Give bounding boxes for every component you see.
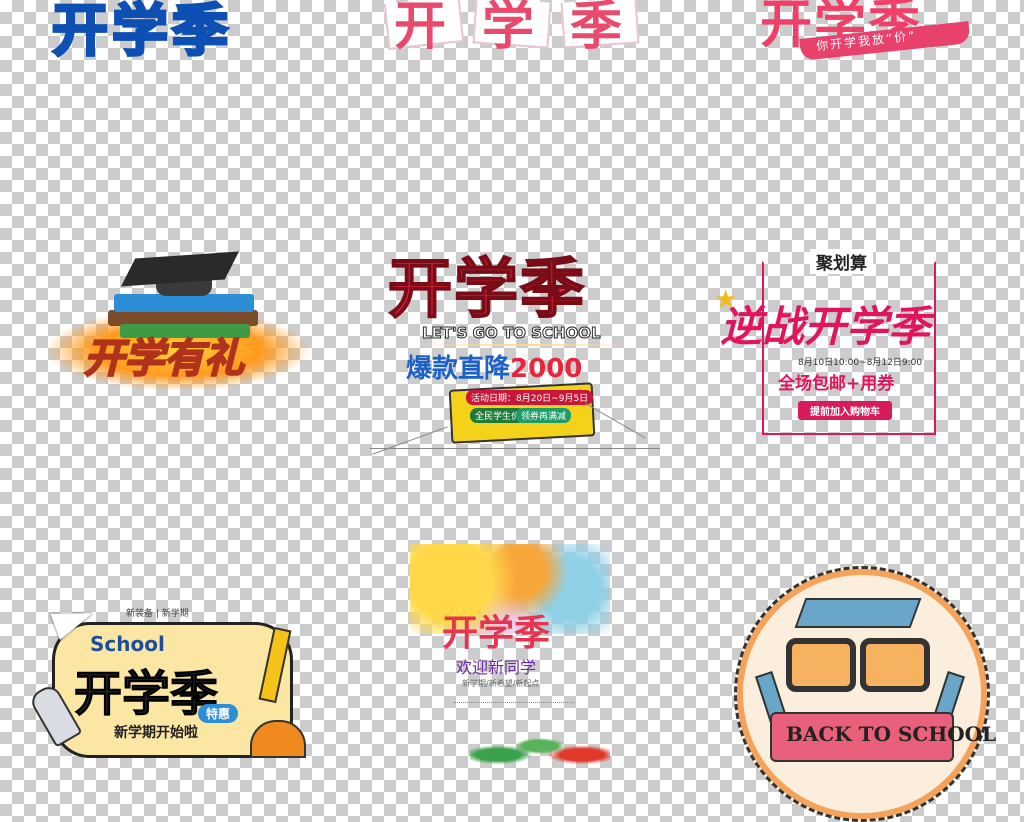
free-shipping-text: 全场包邮+用券 [778,374,895,394]
welcome-text: 欢迎新同学 [456,658,537,677]
tag-text: 新装备 | 新学期 [126,609,189,619]
book-icon [114,294,254,312]
price-drop-text: 爆款直降2000 [406,348,582,385]
title-text: 开学季 [73,666,219,723]
char-1: 开 [394,0,447,57]
small-text: 新学期/新希望/新起点 [462,679,540,688]
students-silhouette [470,724,610,768]
tile-blue-kaixueji: 开学季 [40,0,320,66]
guide-line [370,448,660,449]
title-text: 逆战开学季 [720,302,931,351]
protractor-icon [250,720,306,758]
english-subtitle: LET'S GO TO SCHOOL [422,324,602,343]
glasses-icon [786,638,856,692]
price-drop-amount: 2000 [510,354,583,384]
tile-ribbon-kaixueji: 开学季 你开学我放“价” [720,0,990,61]
graduation-cap-icon [121,251,239,287]
dotted-divider [454,692,574,703]
tile-kaixue-youli: 开学有礼 [38,250,318,410]
light-flare [410,344,640,346]
tile-juhuasuan: 聚划算 ★ 逆战开学季 8月10日10:00~8月12日9:00 全场包邮+用券… [712,245,977,435]
date-range: 8月10日10:00~8月12日9:00 [798,358,923,368]
graduation-cap-icon [794,598,922,628]
tile-school-bubble: 新装备 | 新学期 School 开学季 特惠 新学期开始啦 [27,600,320,768]
char-2: 学 [482,0,535,57]
special-offer-badge: 特惠 [198,704,239,723]
title-text: 开学季 [387,252,586,328]
bottom-text: 新学期开始啦 [114,725,198,741]
coupon-pill: 领券再满减 [516,408,572,423]
title-text: 开学季 [51,0,232,66]
tile-card-kaixueji: 开 学 季 [378,0,648,57]
tile-promo-center: 开学季 LET'S GO TO SCHOOL 爆款直降2000 活动日期：8月2… [370,240,660,455]
guide-line [372,426,448,455]
glasses-icon [860,638,930,692]
banner-text: BACK TO SCHOOL [786,722,997,746]
char-3: 季 [570,0,623,57]
school-text: School [90,632,165,656]
tile-back-to-school-badge: BACK TO SCHOOL [730,562,996,822]
price-drop-label: 爆款直降 [406,354,511,384]
title-text: 开学有礼 [83,335,245,383]
title-text: 开学季 [442,613,551,654]
tile-watercolor: 开学季 欢迎新同学 新学期/新希望/新起点 [410,544,610,768]
event-date-pill: 活动日期：8月20日~9月5日 [466,390,594,405]
top-label: 聚划算 [810,249,873,274]
add-to-cart-button[interactable]: 提前加入购物车 [798,401,892,420]
